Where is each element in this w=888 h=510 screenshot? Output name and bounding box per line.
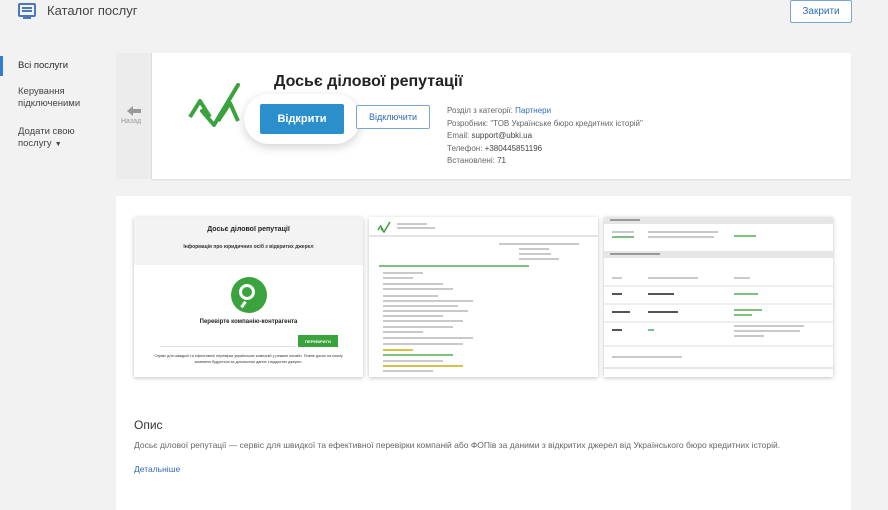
screenshot-subtitle: Інформація про юридичних осіб з відкрити…: [183, 244, 314, 250]
sidebar: Всі послуги Керування підключеними Додат…: [0, 52, 110, 149]
more-link[interactable]: Детальніше: [134, 464, 180, 474]
sidebar-item-add-service[interactable]: Додати свою послугу ▼: [0, 126, 110, 151]
monitor-icon: [18, 3, 36, 19]
sidebar-item-label: Додати свою послугу: [18, 126, 75, 149]
page-title: Каталог послуг: [47, 3, 138, 18]
service-title: Досьє ділової репутації: [274, 73, 463, 90]
caret-down-icon: ▼: [54, 141, 62, 148]
screenshot-header: [134, 217, 363, 265]
disconnect-button[interactable]: Відключити: [356, 105, 430, 129]
description-heading: Опис: [134, 418, 163, 432]
arrow-left-icon: [127, 106, 141, 116]
category-link[interactable]: Партнери: [515, 106, 551, 115]
service-meta: Розділ з категорії: Партнери Розробник: …: [447, 106, 643, 165]
back-button[interactable]: Назад: [116, 53, 152, 179]
screenshot-search-field: [160, 335, 296, 347]
support-email: support@ubki.ua: [471, 131, 533, 140]
back-label: Назад: [121, 118, 142, 125]
sidebar-item-all-services[interactable]: Всі послуги: [0, 56, 110, 76]
service-details: Досьє ділової репутації Інформація про ю…: [116, 196, 851, 510]
service-logo: [377, 221, 391, 233]
service-logo: [188, 83, 240, 127]
screenshot-check-button: ПЕРЕВІРИТИ: [298, 335, 338, 347]
description-text: Досьє ділової репутації — сервіс для шви…: [134, 440, 781, 450]
screenshot-title: Досьє ділової репутації: [207, 226, 290, 233]
installs-count: 71: [497, 156, 506, 165]
screenshot-description: Сервіс для швидкої та ефективної перевір…: [154, 354, 343, 364]
close-button[interactable]: Закрити: [790, 0, 852, 23]
support-phone: +380445851196: [484, 143, 543, 153]
service-card: Досьє ділової репутації Відкрити Відключ…: [152, 53, 851, 179]
search-icon: [231, 277, 267, 313]
open-button-wrap: Відкрити: [244, 94, 360, 144]
screenshot-check-text: Перевірте компанію-контрагента: [199, 319, 298, 325]
sidebar-item-manage-connected[interactable]: Керування підключеними: [0, 86, 110, 110]
developer-name: "ТОВ Українське бюро кредитних історій": [490, 118, 643, 128]
screenshot-2[interactable]: [369, 217, 598, 377]
top-bar: Каталог послуг Закрити: [0, 0, 888, 36]
screenshot-1[interactable]: Досьє ділової репутації Інформація про ю…: [134, 217, 363, 377]
screenshot-3[interactable]: [604, 217, 833, 377]
open-button[interactable]: Відкрити: [260, 104, 344, 134]
